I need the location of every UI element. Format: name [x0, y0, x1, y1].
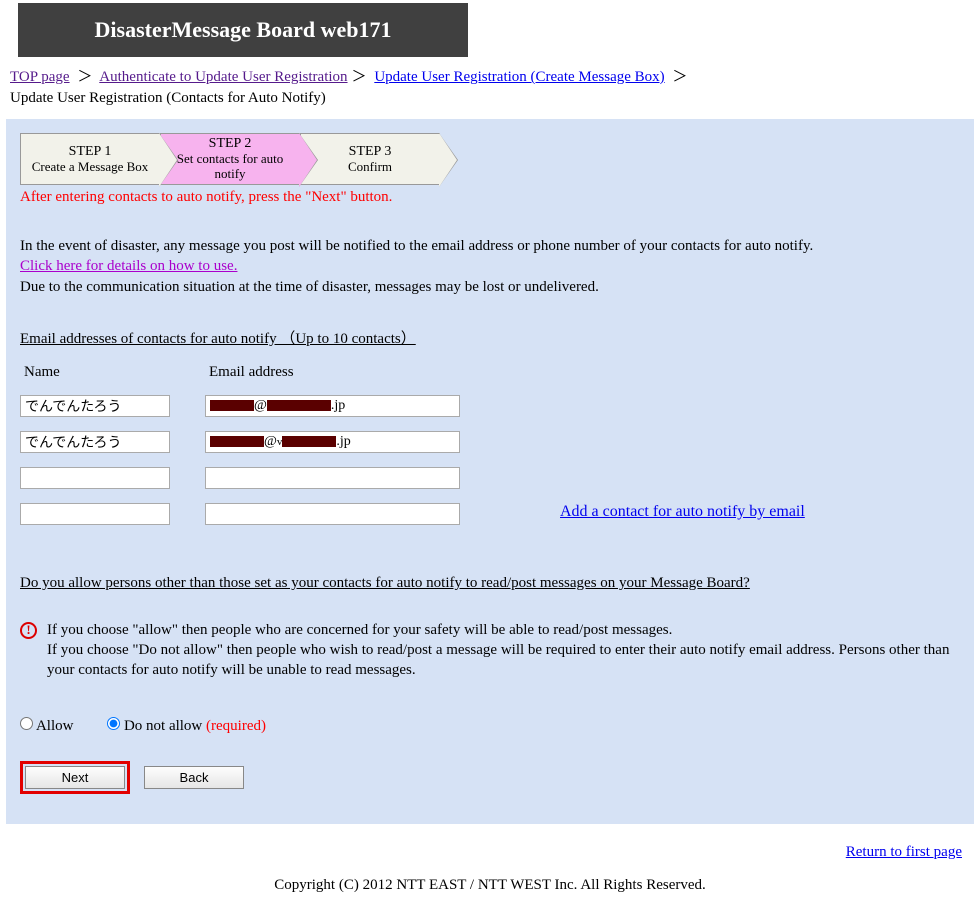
step-indicator: STEP 1 Create a Message Box STEP 2 Set c… — [20, 133, 960, 185]
step-1: STEP 1 Create a Message Box — [20, 133, 160, 185]
email-column-header: Email address — [205, 364, 465, 381]
info-line-2: If you choose "Do not allow" then people… — [47, 642, 949, 678]
email-domain: .jp — [336, 434, 350, 450]
redacted-segment — [210, 436, 264, 447]
button-row: Next Back — [20, 761, 960, 794]
allow-radio-group: Allow Do not allow (required) — [20, 717, 960, 735]
step-2: STEP 2 Set contacts for auto notify — [160, 133, 300, 185]
add-contact-link[interactable]: Add a contact for auto notify by email — [560, 503, 805, 525]
howto-link[interactable]: Click here for details on how to use. — [20, 258, 237, 274]
header-title: DisasterMessage Board web171 — [18, 3, 468, 57]
info-line-1: If you choose "allow" then people who ar… — [47, 622, 672, 638]
copyright: Copyright (C) 2012 NTT EAST / NTT WEST I… — [0, 867, 980, 910]
step-label: Set contacts for auto notify — [161, 152, 299, 182]
intro-line-2: Due to the communication situation at th… — [20, 279, 599, 295]
email-at: @ — [264, 434, 277, 450]
allow-radio[interactable] — [20, 717, 33, 730]
intro-line-1: In the event of disaster, any message yo… — [20, 238, 813, 254]
step-num: STEP 2 — [209, 136, 252, 152]
contact-email-input[interactable] — [205, 503, 460, 525]
step-label: Confirm — [348, 160, 392, 175]
contact-email-input[interactable] — [205, 467, 460, 489]
contact-name-input[interactable] — [20, 503, 170, 525]
breadcrumb: TOP page ＞ Authenticate to Update User R… — [0, 57, 980, 90]
deny-option[interactable]: Do not allow (required) — [107, 718, 266, 734]
back-button[interactable]: Back — [144, 766, 244, 789]
breadcrumb-sep: ＞ — [672, 69, 687, 85]
breadcrumb-sep: ＞ — [77, 69, 92, 85]
required-label: (required) — [206, 718, 266, 734]
warning-icon: ! — [20, 622, 37, 639]
allow-question: Do you allow persons other than those se… — [20, 575, 960, 592]
return-link-wrap: Return to first page — [0, 824, 980, 867]
contact-row: @ .jp — [20, 395, 960, 417]
contact-name-input[interactable] — [20, 467, 170, 489]
deny-label: Do not allow — [124, 718, 202, 734]
info-block: ! If you choose "allow" then people who … — [20, 620, 960, 681]
contact-name-input[interactable] — [20, 431, 170, 453]
breadcrumb-auth[interactable]: Authenticate to Update User Registration — [99, 69, 347, 85]
allow-option[interactable]: Allow — [20, 718, 77, 734]
contact-name-input[interactable] — [20, 395, 170, 417]
next-button-highlight: Next — [20, 761, 130, 794]
step-3: STEP 3 Confirm — [300, 133, 440, 185]
contacts-table: Name Email address @ .jp @v .jp — [20, 364, 960, 525]
email-section-heading: Email addresses of contacts for auto not… — [20, 327, 960, 348]
step-label: Create a Message Box — [32, 160, 149, 175]
step-num: STEP 3 — [349, 144, 392, 160]
breadcrumb-top[interactable]: TOP page — [10, 69, 70, 85]
breadcrumb-sep: ＞ — [352, 69, 367, 85]
contact-row: @v .jp — [20, 431, 960, 453]
allow-label: Allow — [36, 718, 74, 734]
contact-email-display: @ .jp — [205, 395, 460, 417]
contact-row — [20, 503, 460, 525]
step-num: STEP 1 — [69, 144, 112, 160]
redacted-segment — [282, 436, 336, 447]
main-panel: STEP 1 Create a Message Box STEP 2 Set c… — [6, 119, 974, 824]
breadcrumb-current: Update User Registration (Contacts for A… — [0, 90, 980, 115]
deny-radio[interactable] — [107, 717, 120, 730]
return-first-page-link[interactable]: Return to first page — [846, 844, 962, 860]
email-domain: .jp — [331, 398, 345, 414]
instruction-red: After entering contacts to auto notify, … — [20, 189, 960, 206]
email-at: @ — [254, 398, 267, 414]
next-button[interactable]: Next — [25, 766, 125, 789]
contact-email-display: @v .jp — [205, 431, 460, 453]
redacted-segment — [210, 400, 254, 411]
redacted-segment — [267, 400, 331, 411]
intro-paragraph: In the event of disaster, any message yo… — [20, 236, 960, 297]
contact-row — [20, 467, 960, 489]
name-column-header: Name — [20, 364, 205, 381]
breadcrumb-update[interactable]: Update User Registration (Create Message… — [374, 69, 664, 85]
